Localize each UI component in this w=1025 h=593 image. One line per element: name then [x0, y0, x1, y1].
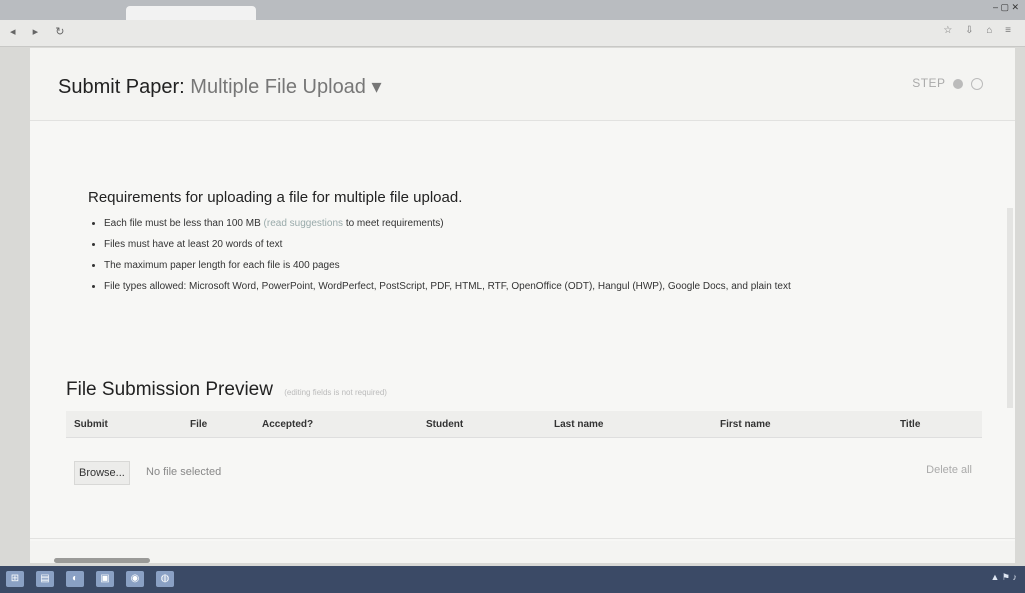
step-label: STEP: [912, 76, 946, 90]
browser-icon[interactable]: ◐: [66, 571, 84, 587]
page-content: Submit Paper: Multiple File Upload ▾ STE…: [30, 48, 1015, 563]
delete-all-link[interactable]: Delete all: [926, 464, 972, 476]
read-suggestions-link[interactable]: (read suggestions: [264, 218, 344, 229]
upload-mode-label: Multiple File Upload: [190, 76, 366, 98]
requirement-item: The maximum paper length for each file i…: [104, 259, 984, 272]
title-prefix: Submit Paper:: [58, 76, 185, 98]
download-icon[interactable]: ⇩: [965, 25, 973, 36]
no-file-text: No file selected: [146, 466, 222, 478]
table-header: Submit File Accepted? Student Last name …: [66, 411, 982, 438]
start-icon[interactable]: ⊞: [6, 571, 24, 587]
divider: [30, 538, 1015, 539]
browser-tab[interactable]: [126, 6, 256, 20]
back-icon[interactable]: ◂: [10, 26, 16, 38]
step-indicator: STEP: [912, 76, 983, 90]
bookmark-icon[interactable]: ☆: [943, 25, 952, 36]
nav-buttons: ◂ ▸ ↻: [10, 25, 78, 38]
col-title: Title: [900, 419, 921, 430]
col-submit: Submit: [74, 419, 108, 430]
col-file: File: [190, 419, 208, 430]
forward-icon[interactable]: ▸: [33, 26, 39, 38]
requirements-heading: Requirements for uploading a file for mu…: [88, 189, 463, 206]
chevron-down-icon: ▾: [371, 76, 382, 98]
app-icon[interactable]: ▣: [96, 571, 114, 587]
col-last-name: Last name: [554, 419, 604, 430]
upload-card: Requirements for uploading a file for mu…: [30, 120, 1015, 541]
camera-icon[interactable]: ◍: [156, 571, 174, 587]
vertical-scrollbar[interactable]: [1007, 208, 1013, 408]
toolbar-icons: ☆ ⇩ ⌂ ≡: [933, 25, 1011, 36]
refresh-icon[interactable]: ↻: [55, 26, 64, 38]
os-taskbar: ⊞ ▤ ◐ ▣ ◉ ◍ ▲ ⚑ ♪: [0, 566, 1025, 593]
col-accepted: Accepted?: [262, 419, 314, 430]
browser-tab-bar: – ▢ ✕: [0, 0, 1025, 20]
requirement-item: File types allowed: Microsoft Word, Powe…: [104, 280, 984, 293]
system-tray[interactable]: ▲ ⚑ ♪: [991, 572, 1017, 583]
col-student: Student: [426, 419, 464, 430]
horizontal-scrollbar[interactable]: [54, 558, 150, 563]
explorer-icon[interactable]: ▤: [36, 571, 54, 587]
chrome-icon[interactable]: ◉: [126, 571, 144, 587]
table-row: Browse... No file selected Delete all: [66, 461, 982, 487]
preview-title: File Submission Preview (editing fields …: [66, 379, 387, 400]
menu-icon[interactable]: ≡: [1005, 25, 1011, 36]
browser-toolbar: ◂ ▸ ↻ ☆ ⇩ ⌂ ≡: [0, 20, 1025, 47]
requirements-list: Each file must be less than 100 MB (read…: [88, 217, 984, 301]
home-icon[interactable]: ⌂: [986, 25, 992, 36]
browse-button[interactable]: Browse...: [74, 461, 130, 485]
address-bar[interactable]: [150, 25, 770, 40]
requirement-item: Each file must be less than 100 MB (read…: [104, 217, 984, 230]
page-title: Submit Paper: Multiple File Upload ▾: [58, 74, 382, 99]
requirement-item: Files must have at least 20 words of tex…: [104, 238, 984, 251]
col-first-name: First name: [720, 419, 771, 430]
step-dot-active: [953, 78, 964, 89]
window-controls[interactable]: – ▢ ✕: [993, 2, 1019, 13]
step-dot-inactive: [971, 77, 983, 90]
upload-mode-dropdown[interactable]: Multiple File Upload ▾: [190, 76, 381, 98]
preview-note: (editing fields is not required): [284, 388, 387, 397]
